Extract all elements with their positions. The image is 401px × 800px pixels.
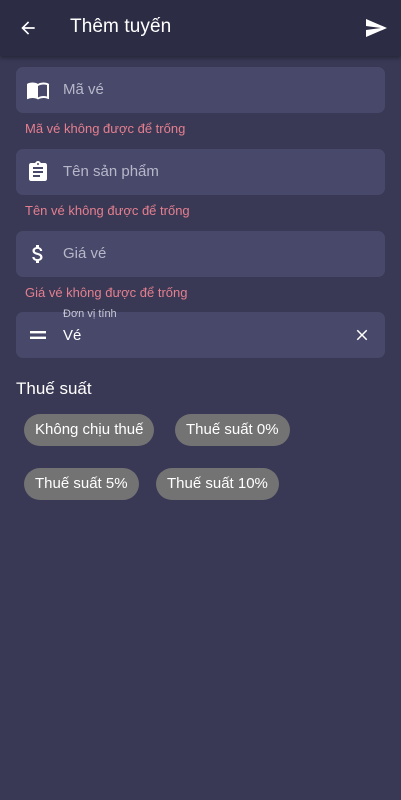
clear-unit-button[interactable]: [351, 324, 373, 346]
back-button[interactable]: [14, 14, 42, 42]
tax-rate-heading: Thuế suất: [16, 379, 92, 398]
equal-icon: [26, 323, 50, 347]
chip-no-tax[interactable]: Không chịu thuế: [24, 414, 155, 446]
product-name-placeholder: Tên sản phẩm: [63, 163, 159, 180]
app-bar: Thêm tuyến: [0, 0, 401, 56]
chip-tax-10[interactable]: Thuế suất 10%: [156, 468, 279, 500]
ticket-code-placeholder: Mã vé: [63, 81, 104, 98]
page-title: Thêm tuyến: [70, 16, 172, 37]
send-button[interactable]: [361, 13, 391, 43]
chip-tax-0[interactable]: Thuế suất 0%: [175, 414, 290, 446]
ticket-price-error: Giá vé không được để trống: [25, 285, 188, 300]
clipboard-icon: [26, 160, 50, 184]
unit-value: Vé: [63, 327, 82, 344]
book-icon: [26, 78, 50, 102]
send-icon: [366, 19, 387, 37]
dollar-icon: [26, 242, 50, 266]
product-name-error: Tên vé không được để trống: [25, 203, 190, 218]
unit-label: Đơn vị tính: [63, 308, 117, 320]
ticket-price-field[interactable]: Giá vé: [16, 231, 385, 277]
close-icon: [356, 329, 368, 341]
ticket-code-error: Mã vé không được để trống: [25, 121, 186, 136]
ticket-code-field[interactable]: Mã vé: [16, 67, 385, 113]
arrow-left-icon: [21, 21, 35, 35]
chip-tax-5[interactable]: Thuế suất 5%: [24, 468, 139, 500]
product-name-field[interactable]: Tên sản phẩm: [16, 149, 385, 195]
unit-field[interactable]: Đơn vị tính Vé: [16, 308, 385, 358]
ticket-price-placeholder: Giá vé: [63, 245, 107, 262]
